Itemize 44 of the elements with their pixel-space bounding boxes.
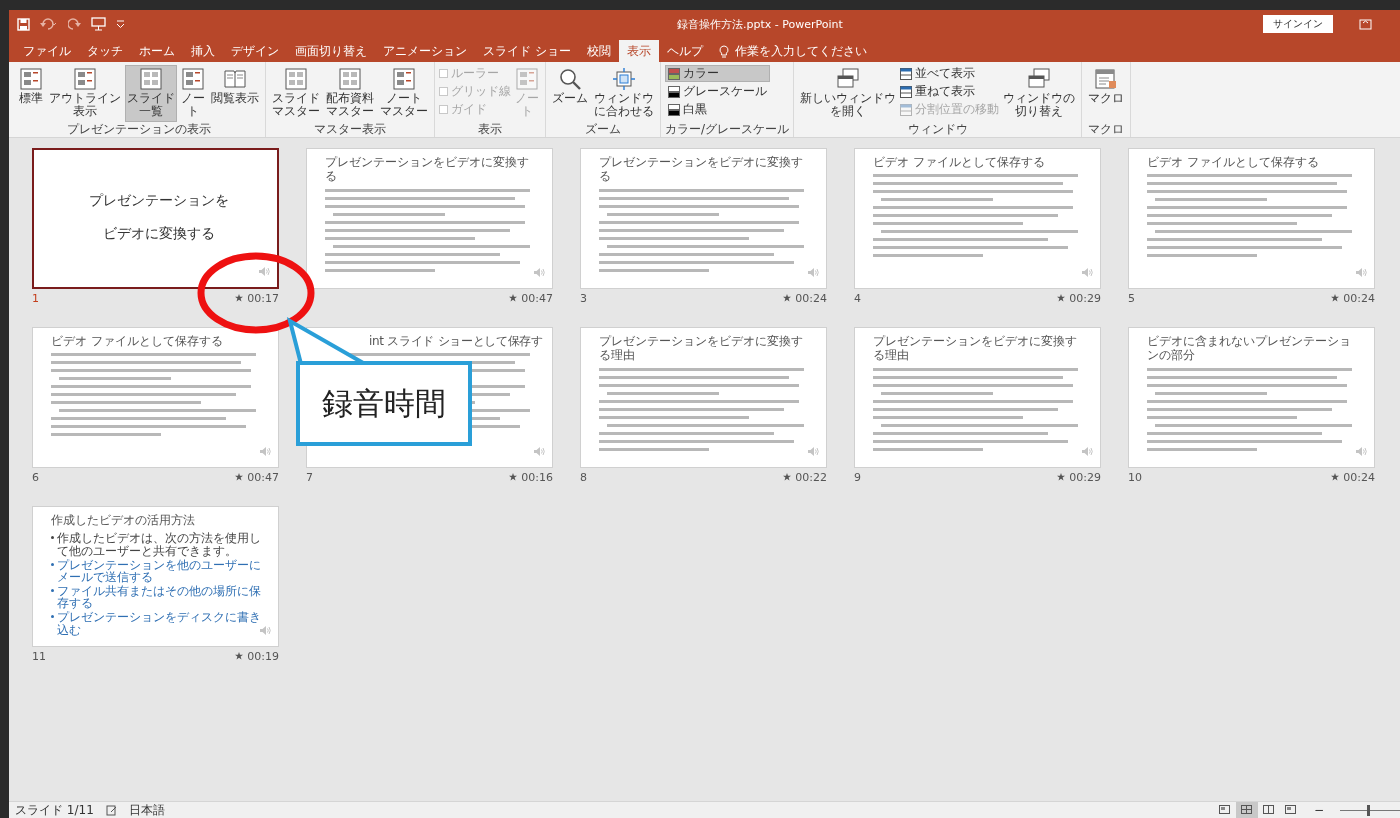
slide-duration: 00:47: [521, 291, 553, 305]
slide-number: 6: [32, 470, 39, 484]
slide-number: 10: [1128, 470, 1142, 484]
slide-duration: 00:24: [1343, 291, 1375, 305]
slide-bullet-text: 作成したビデオは、次の方法を使用して他のユーザーと共有できます。: [57, 532, 262, 558]
slide-title: ビデオ ファイルとして保存する: [873, 155, 1046, 170]
slide-number: 11: [32, 649, 46, 663]
group-label: ズーム: [584, 122, 622, 137]
group-label: ウィンドウ: [906, 122, 969, 137]
group-label: カラー/グレースケール: [665, 122, 790, 137]
callout-text: 録音時間: [322, 383, 446, 423]
slide-title: 作成したビデオの活用方法: [51, 513, 196, 528]
slide-duration: 00:17: [247, 291, 279, 305]
group-label: 表示: [477, 122, 503, 137]
slide-title: プレゼンテーションをビデオに変換する: [599, 155, 804, 184]
slide-title: プレゼンテーションをビデオに変換する理由: [873, 334, 1078, 363]
slide-duration: 00:24: [1343, 470, 1375, 484]
slide-title: ビデオに含まれないプレゼンテーションの部分: [1147, 334, 1352, 363]
slide-title-line: プレゼンテーションを: [87, 191, 230, 210]
slide-number: 3: [580, 291, 587, 305]
slide-title: ビデオ ファイルとして保存する: [1147, 155, 1320, 170]
slide-title: プレゼンテーションをビデオに変換する理由: [599, 334, 804, 363]
window-title: 録音操作方法.pptx - PowerPoint: [676, 16, 844, 32]
slide-duration: 00:47: [247, 470, 279, 484]
slide-duration: 00:19: [247, 649, 279, 663]
slide-title-line: ビデオに変換する: [101, 224, 216, 243]
slide-number: 1: [32, 291, 39, 305]
slide-number: 7: [306, 470, 313, 484]
slide-title: プレゼンテーションをビデオに変換する: [325, 155, 530, 184]
slide-duration: 00:16: [521, 470, 553, 484]
group-label: マスター表示: [313, 122, 387, 137]
slide-title: int スライド ショーとして保存す: [368, 334, 544, 349]
slide-counter: スライド 1/11: [15, 803, 94, 817]
slide-duration: 00:24: [795, 291, 827, 305]
slide-number: 4: [854, 291, 861, 305]
group-label: プレゼンテーションの表示: [66, 122, 212, 137]
slide-duration: 00:22: [795, 470, 827, 484]
slide-number: 5: [1128, 291, 1135, 305]
slide-number: 9: [854, 470, 861, 484]
group-label: マクロ: [1087, 122, 1126, 137]
slide-duration: 00:29: [1069, 291, 1101, 305]
slide-number: 8: [580, 470, 587, 484]
slide-title: ビデオ ファイルとして保存する: [51, 334, 224, 349]
slide-duration: 00:29: [1069, 470, 1101, 484]
